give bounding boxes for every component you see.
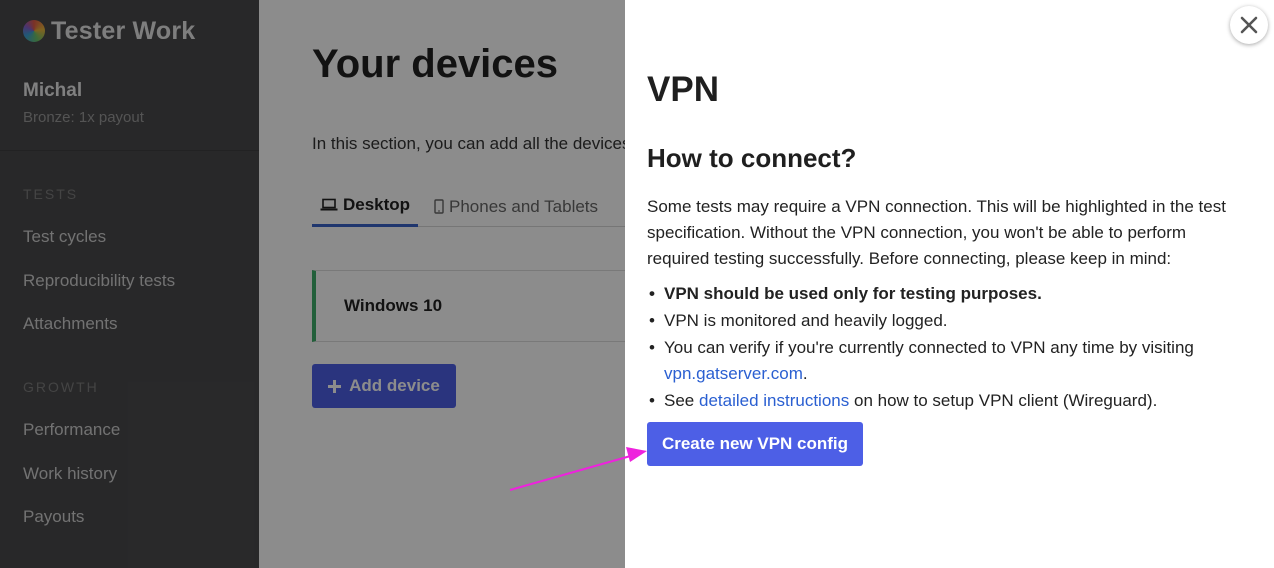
- list-item: You can verify if you're currently conne…: [647, 335, 1247, 387]
- panel-subtitle: How to connect?: [647, 143, 857, 173]
- instructions-link[interactable]: detailed instructions: [699, 391, 849, 410]
- panel-description: Some tests may require a VPN connection.…: [647, 197, 1226, 268]
- app-root: Your devices In this section, you can ad…: [0, 0, 1274, 568]
- vpn-rules-list: VPN should be used only for testing purp…: [647, 281, 1247, 415]
- create-vpn-config-button[interactable]: Create new VPN config: [647, 422, 863, 466]
- panel-title: VPN: [647, 70, 719, 109]
- list-item: VPN should be used only for testing purp…: [647, 281, 1247, 307]
- rule-see-text: See: [664, 391, 695, 410]
- list-item: VPN is monitored and heavily logged.: [647, 308, 1247, 334]
- rule-verify-text: You can verify if you're currently conne…: [664, 338, 1194, 357]
- close-button[interactable]: [1230, 6, 1268, 44]
- rule-verify-end: .: [802, 364, 808, 383]
- rule-setup-text: on how to setup VPN client (Wireguard).: [853, 391, 1158, 410]
- vpn-check-link[interactable]: vpn.gatserver.com: [664, 364, 803, 383]
- rule-monitored: VPN is monitored and heavily logged.: [664, 311, 948, 330]
- vpn-panel: VPN How to connect? Some tests may requi…: [625, 0, 1274, 568]
- close-icon: [1240, 16, 1258, 34]
- rule-testing-only: VPN should be used only for testing purp…: [664, 284, 1042, 303]
- list-item: See detailed instructions on how to setu…: [647, 388, 1247, 414]
